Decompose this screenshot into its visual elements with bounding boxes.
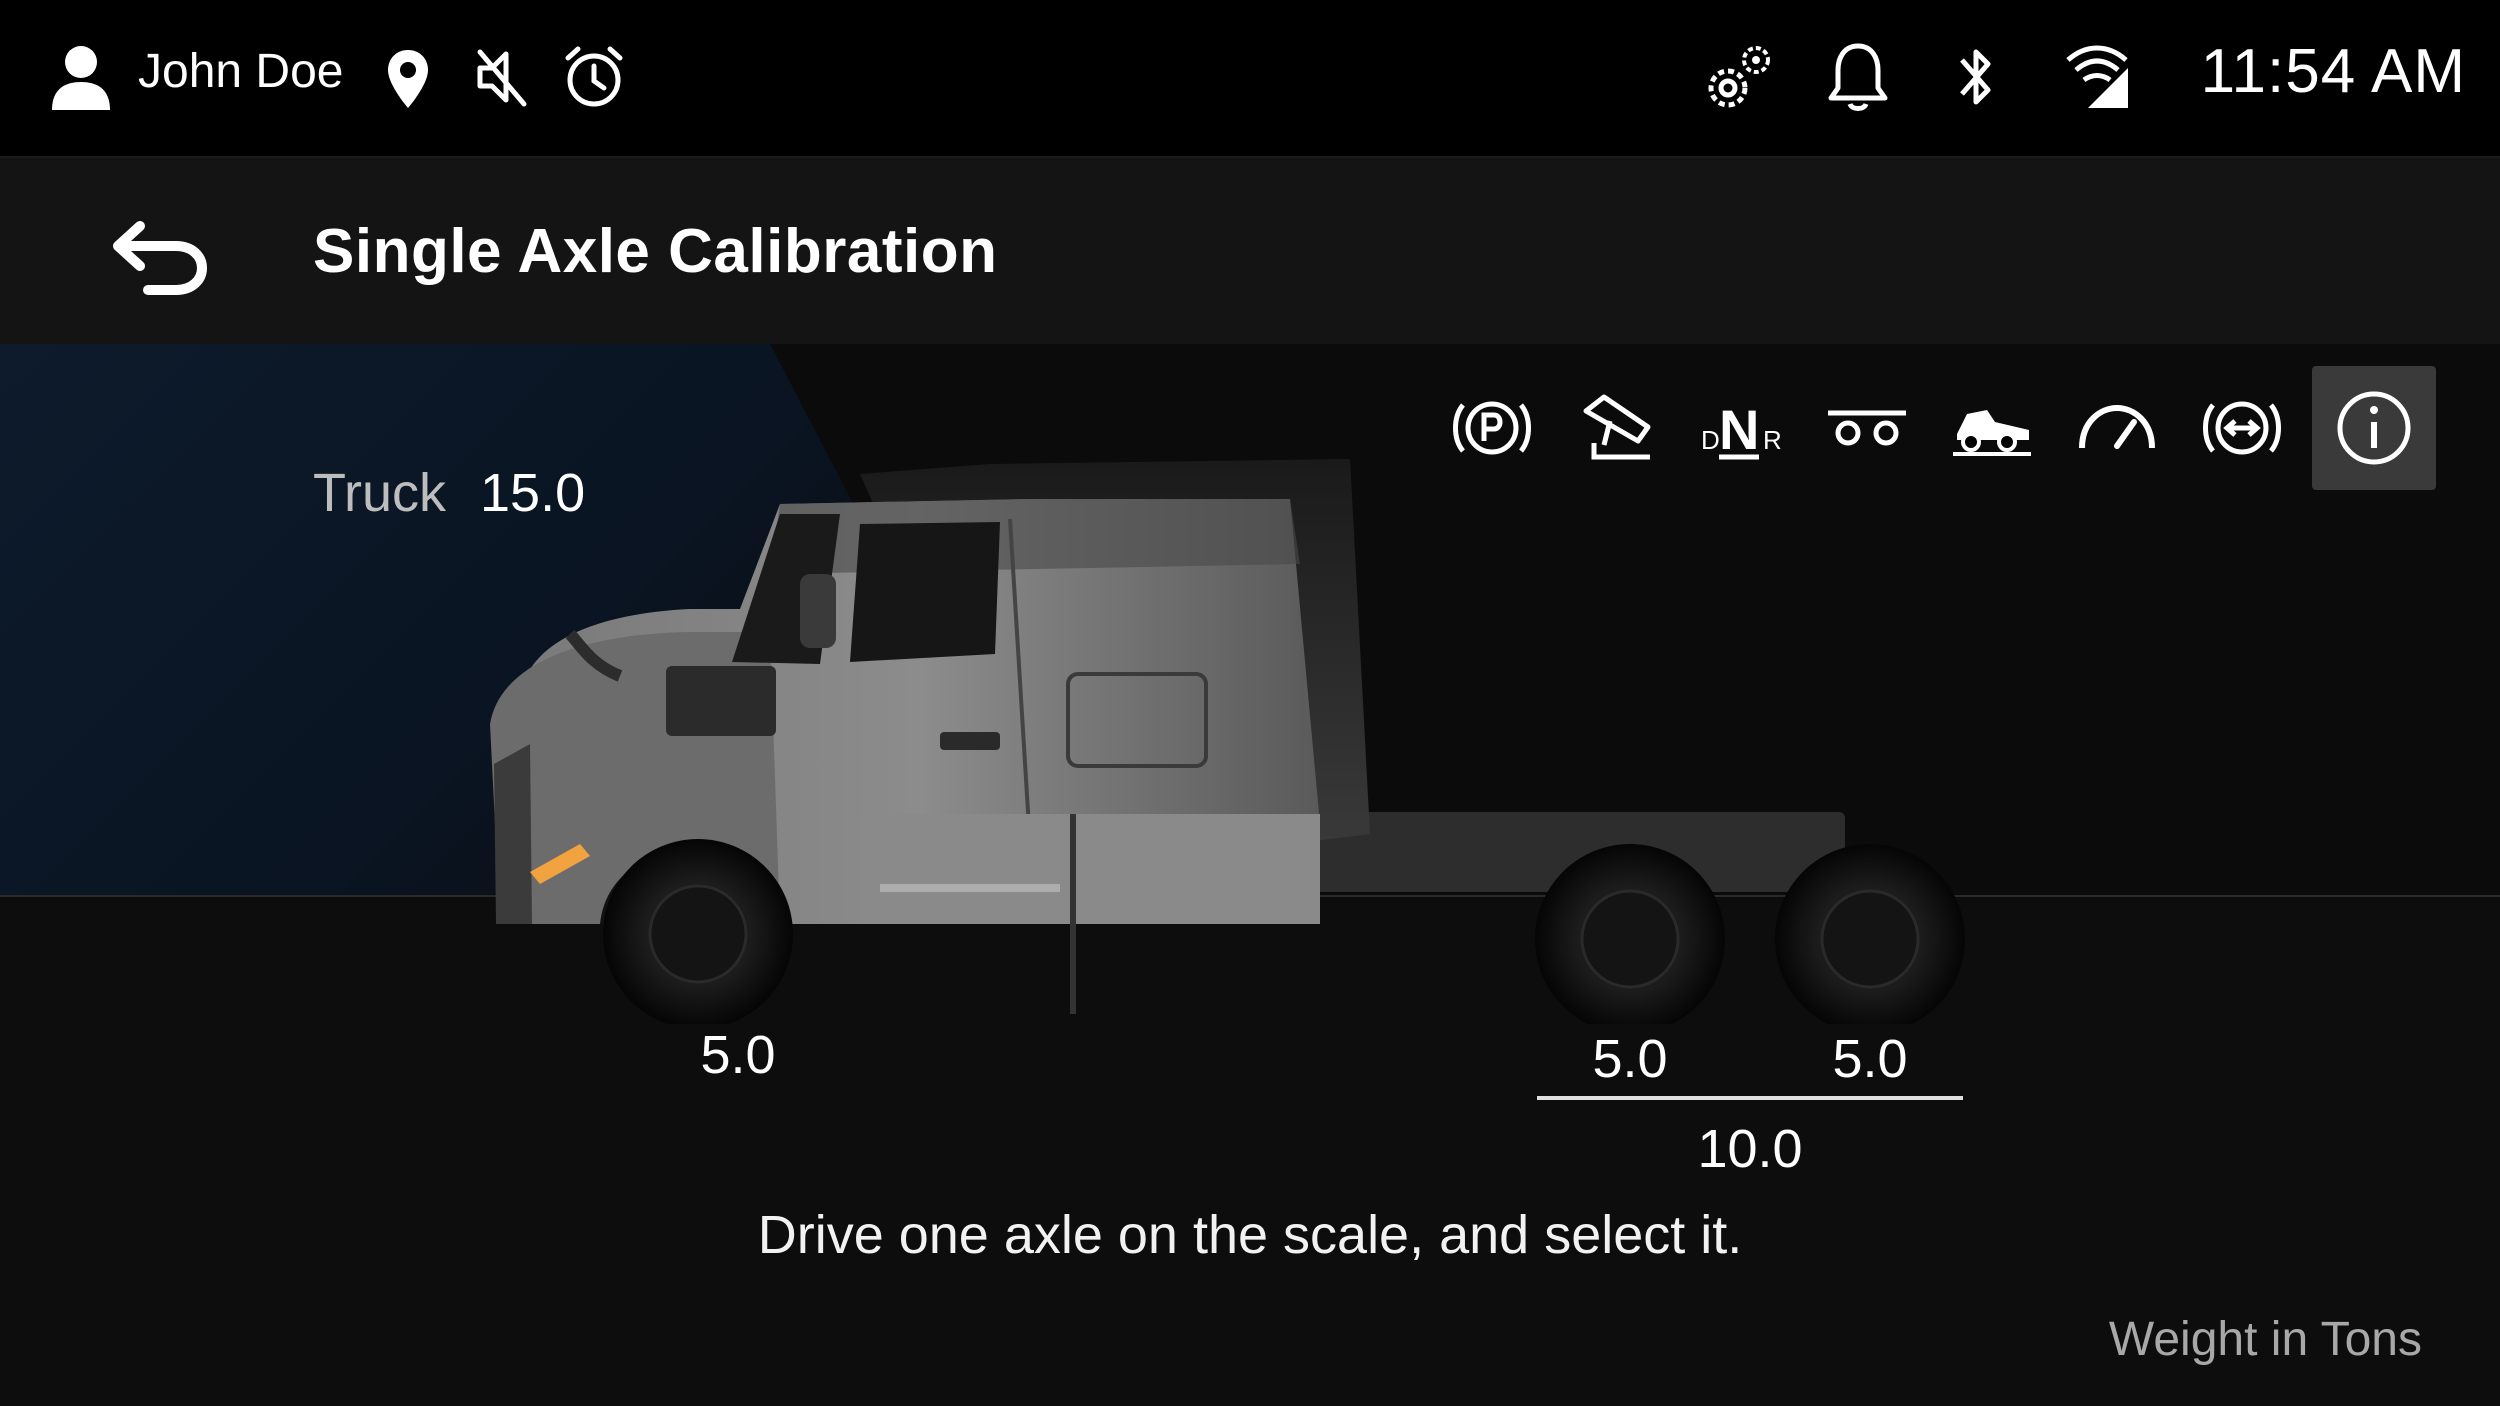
brake-system-button[interactable] xyxy=(2180,366,2304,490)
user-name[interactable]: John Doe xyxy=(138,44,343,99)
brake-system-icon xyxy=(2203,401,2281,455)
alarm-clock-icon[interactable] xyxy=(562,44,626,110)
instruction-text: Drive one axle on the scale, and select … xyxy=(757,1205,1743,1265)
rear-axle-2-weight[interactable]: 5.0 xyxy=(1770,1028,1970,1090)
back-button[interactable] xyxy=(110,212,210,296)
truck-image xyxy=(490,459,1965,1024)
axle-config-button[interactable] xyxy=(1805,366,1929,490)
gear-selector-button[interactable]: D N R xyxy=(1680,366,1804,490)
gear-n-label: N xyxy=(1719,398,1759,461)
rear-axle-group-divider xyxy=(1537,1096,1963,1100)
rear-axle-1-weight[interactable]: 5.0 xyxy=(1530,1028,1730,1090)
speedometer-icon xyxy=(2079,404,2155,449)
off-road-truck-icon xyxy=(1953,410,2031,456)
page-title: Single Axle Calibration xyxy=(313,217,998,286)
title-bar: Single Axle Calibration xyxy=(0,158,2500,344)
status-bar: John Doe 11:54 AM xyxy=(0,0,2500,158)
gear-d-label: D xyxy=(1701,425,1720,455)
rear-axle-group-total: 10.0 xyxy=(1697,1119,1803,1179)
settings-gears-icon[interactable] xyxy=(1702,40,1776,114)
front-axle-weight[interactable]: 5.0 xyxy=(638,1024,838,1086)
axle-config-icon xyxy=(1828,410,1906,446)
info-icon xyxy=(2337,391,2411,465)
info-button[interactable] xyxy=(2312,366,2436,490)
gear-r-label: R xyxy=(1763,425,1782,455)
parking-brake-button[interactable] xyxy=(1430,366,1554,490)
off-road-button[interactable] xyxy=(1930,366,2054,490)
speedometer-button[interactable] xyxy=(2055,366,2179,490)
back-arrow-icon xyxy=(113,221,208,295)
mute-icon[interactable] xyxy=(474,46,530,108)
parking-brake-icon xyxy=(1453,401,1531,455)
units-label: Weight in Tons xyxy=(2108,1313,2422,1366)
gear-selector-dnr-icon: D N R xyxy=(1701,398,1782,461)
notification-bell-icon[interactable] xyxy=(1826,40,1890,114)
bluetooth-icon[interactable] xyxy=(1956,42,1996,112)
calibration-panel: Truck 15.0 D N R 5.0 5.0 5.0 10.0 Drive … xyxy=(0,344,2500,1406)
pedal-button[interactable] xyxy=(1555,366,1679,490)
location-pin-icon[interactable] xyxy=(384,48,432,110)
user-icon[interactable] xyxy=(50,44,112,112)
truck-weight-label: Truck xyxy=(313,463,446,523)
pedal-icon xyxy=(1583,394,1651,460)
clock-time: 11:54 AM xyxy=(2200,37,2466,106)
cellular-wifi-icon[interactable] xyxy=(2062,42,2132,112)
